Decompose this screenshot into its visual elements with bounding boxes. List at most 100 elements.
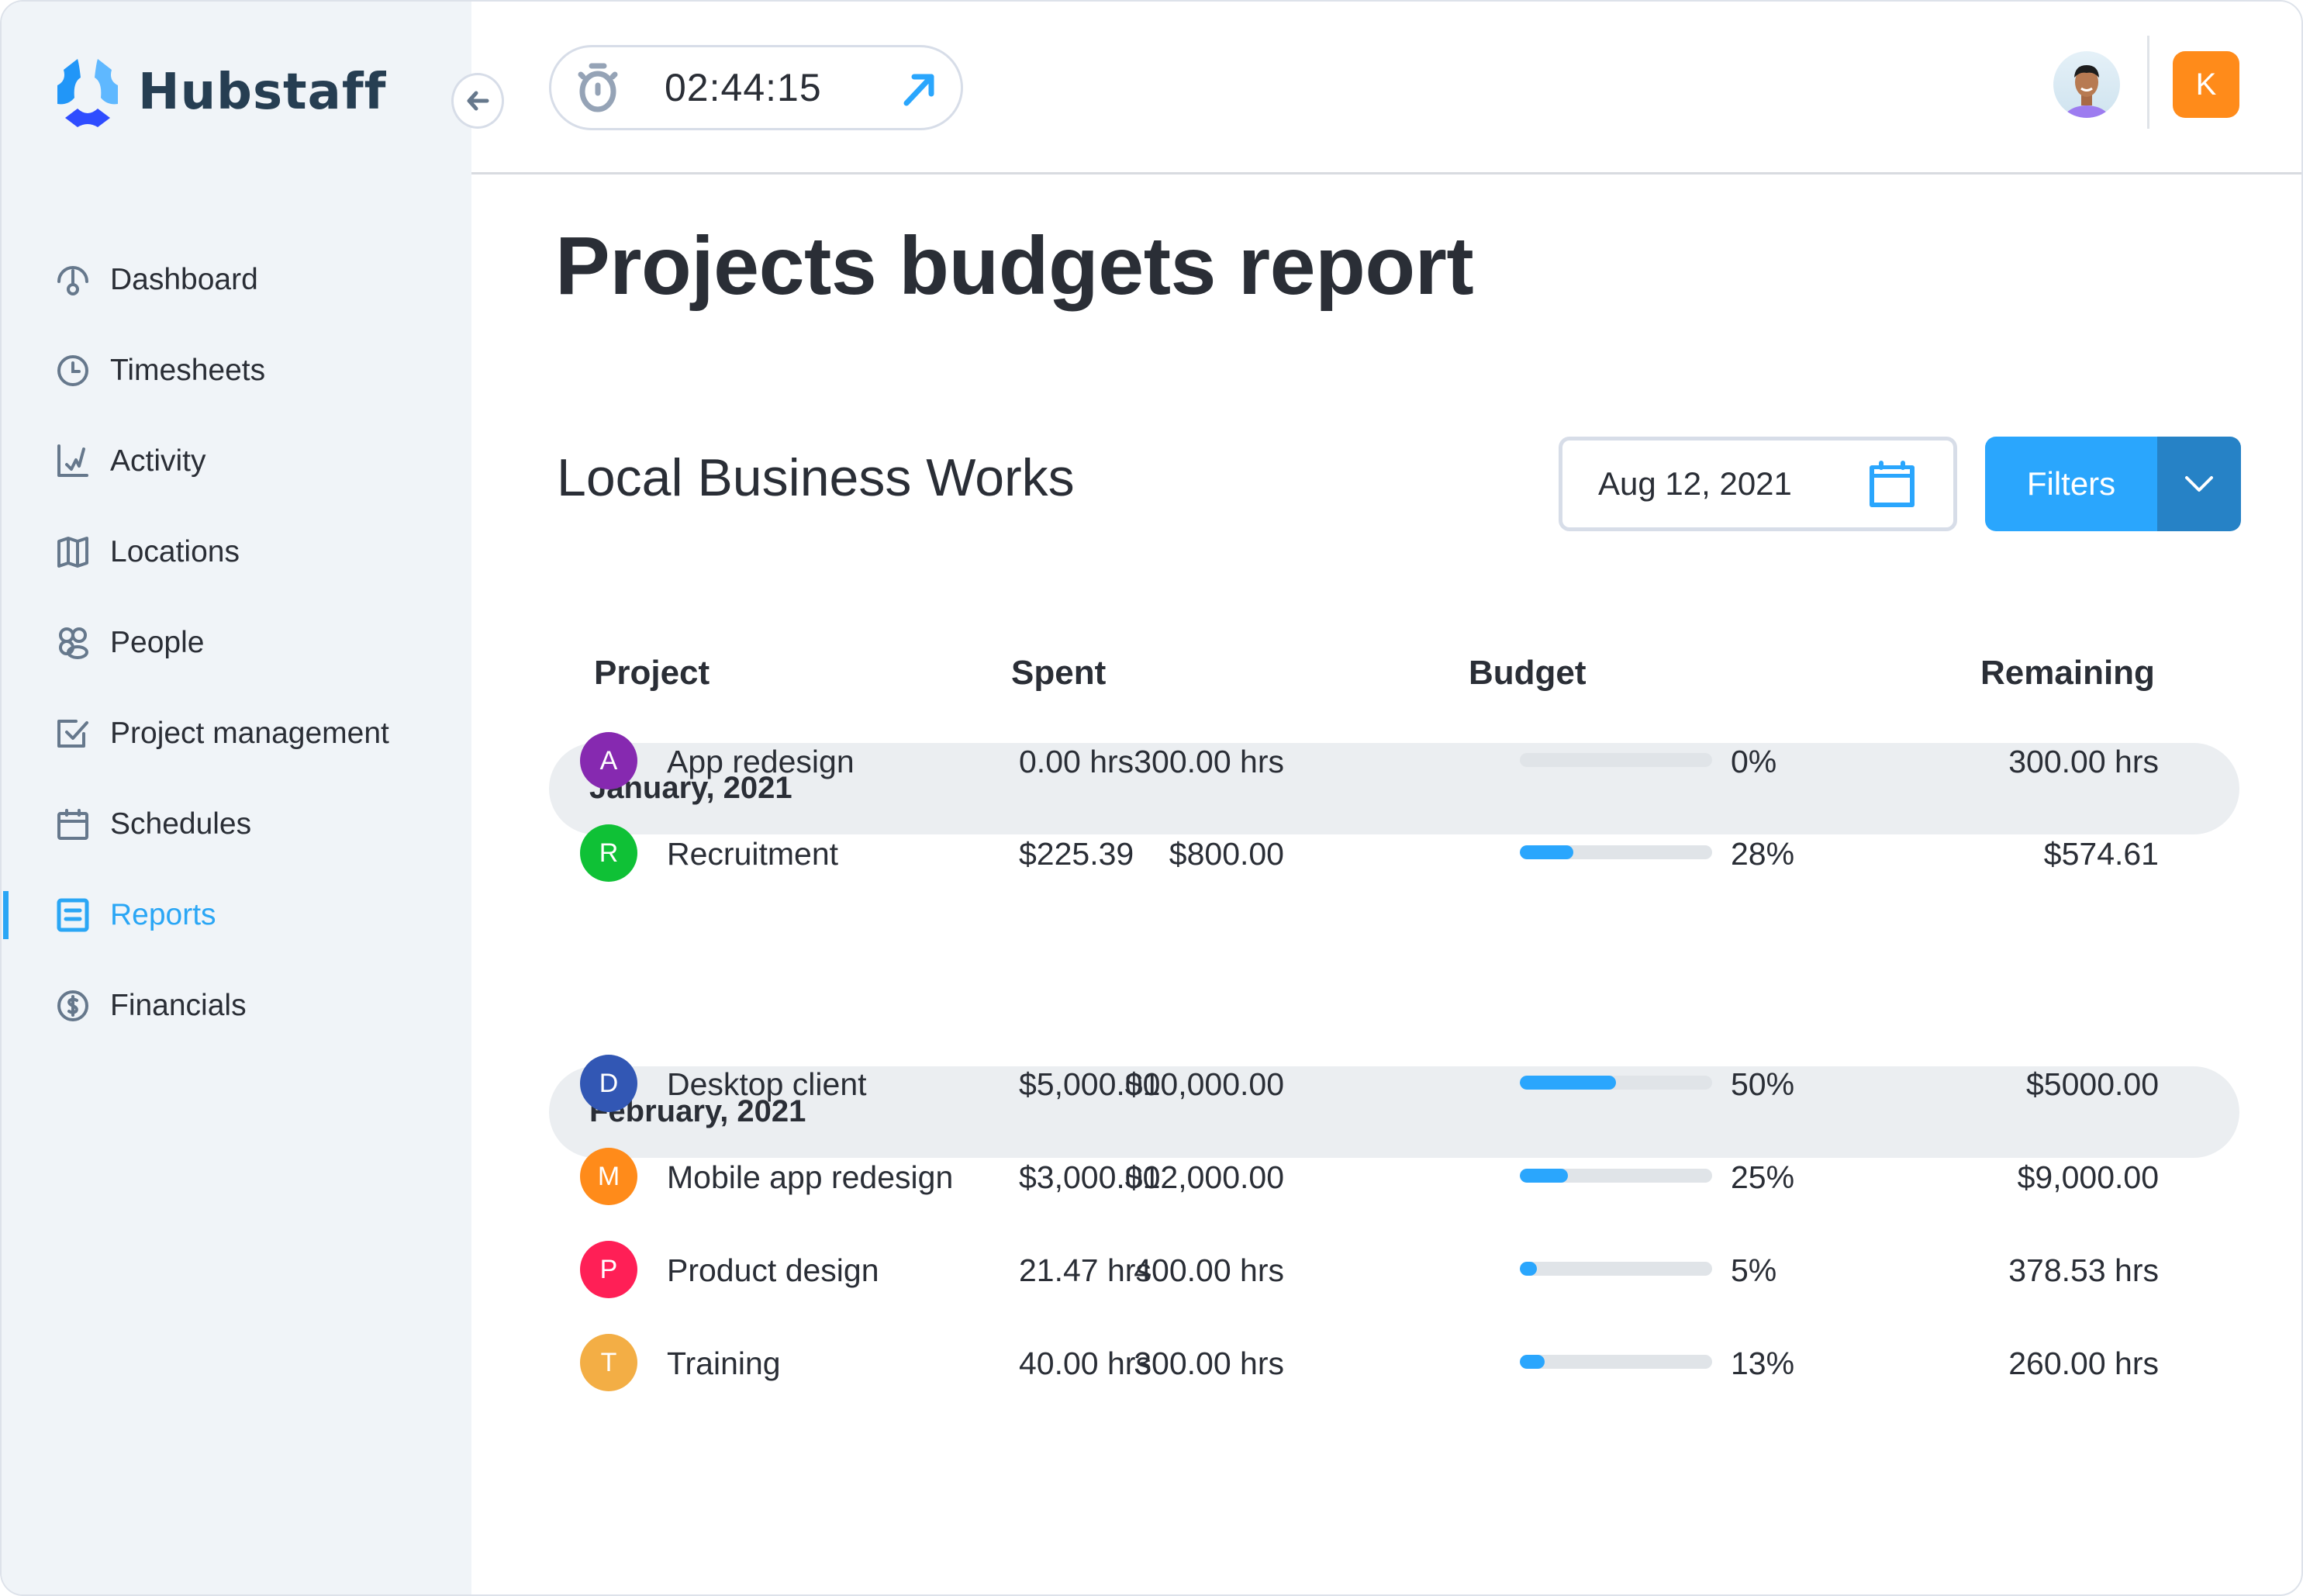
remaining-value: $9,000.00 [2017,1159,2159,1195]
column-header-project[interactable]: Project [594,654,710,693]
map-icon [56,535,90,569]
table-row[interactable]: R Recruitment $225.39 $800.00 28% $574.61 [549,822,2239,884]
project-name[interactable]: Training [667,1346,781,1382]
column-header-budget[interactable]: Budget [1469,654,1587,693]
filters-split-button: Filters [1985,437,2241,531]
sidebar-nav: Dashboard Timesheets Activity Locations [2,234,471,1051]
sidebar-item-label: Financials [110,988,247,1022]
column-header-remaining[interactable]: Remaining [1980,654,2155,693]
spent-value: 40.00 hrs [1019,1346,1152,1381]
table-row[interactable]: D Desktop client $5,000.00 $10,000.00 50% $50… [549,1052,2239,1114]
budget-percent: 5% [1731,1252,1777,1288]
sidebar-item-financials[interactable]: Financials [2,960,471,1051]
main-content: Projects budgets report Local Business W… [471,174,2301,1594]
project-name[interactable]: Recruitment [667,836,838,872]
budget-progress-bar [1520,1262,1712,1276]
spent-value: 21.47 hrs [1019,1252,1152,1288]
user-avatar[interactable] [2053,51,2120,118]
budget-progress-bar [1520,1169,1712,1183]
remaining-value: 260.00 hrs [2008,1346,2159,1381]
project-initial-badge: M [580,1148,637,1205]
table-row[interactable]: M Mobile app redesign $3,000.00 $12,000.00 2… [549,1145,2239,1207]
spent-value: $225.39 [1019,836,1134,872]
budget-progress-fill [1520,1355,1545,1369]
brand-logo[interactable]: Hubstaff [56,56,387,129]
dollar-icon [56,989,90,1023]
project-name[interactable]: Product design [667,1252,879,1289]
budget-value: $12,000.00 [1124,1159,1284,1195]
organization-badge[interactable]: K [2173,51,2239,118]
table-row[interactable]: P Product design 21.47 hrs 400.00 hrs 5% 378.… [549,1238,2239,1301]
checkbox-icon [56,717,90,751]
sidebar-item-activity[interactable]: Activity [2,416,471,506]
table-row[interactable]: T Training 40.00 hrs 300.00 hrs 13% 260.00 hr… [549,1332,2239,1394]
budget-percent: 50% [1731,1066,1795,1102]
hubstaff-logo-icon [57,59,118,127]
report-icon [56,898,90,932]
timer-widget[interactable]: 02:44:15 [549,45,963,130]
budget-progress-fill [1520,845,1574,859]
remaining-value: $5000.00 [2025,1066,2159,1102]
calendar-icon [56,807,90,841]
app-window: Hubstaff Dashboard Timesheets Activity L… [0,0,2303,1596]
sidebar-item-label: Activity [110,444,206,478]
budget-progress-fill [1520,1169,1568,1183]
sidebar-item-label: Timesheets [110,353,266,387]
budget-progress-fill [1520,1076,1616,1090]
sidebar-item-label: Schedules [110,807,252,841]
project-initial-badge: R [580,824,637,882]
arrow-up-right-icon[interactable] [900,71,937,108]
sidebar-item-dashboard[interactable]: Dashboard [2,234,471,325]
activity-chart-icon [56,444,90,478]
calendar-icon [1870,461,1915,507]
sidebar-item-label: People [110,625,205,659]
project-initial-badge: T [580,1334,637,1391]
table-row[interactable]: A App redesign 0.00 hrs 300.00 hrs 0% 300.00 … [549,730,2239,792]
budget-value: 300.00 hrs [1134,744,1284,779]
collapse-sidebar-button[interactable] [451,73,504,129]
spent-value: 0.00 hrs [1019,744,1134,779]
remaining-value: 300.00 hrs [2008,744,2159,779]
remaining-value: 378.53 hrs [2008,1252,2159,1288]
budget-value: 400.00 hrs [1134,1252,1284,1288]
budget-progress-bar [1520,753,1712,767]
sidebar-item-label: Locations [110,534,240,568]
stopwatch-icon [578,63,618,112]
sidebar-item-project-management[interactable]: Project management [2,688,471,779]
arrow-left-icon [467,91,489,111]
sidebar-item-timesheets[interactable]: Timesheets [2,325,471,416]
dashboard-gauge-icon [56,263,90,297]
project-initial-badge: A [580,732,637,789]
filters-dropdown-button[interactable] [2157,437,2241,531]
budget-progress-bar [1520,845,1712,859]
chevron-down-icon [2185,476,2213,492]
brand-name: Hubstaff [138,64,387,121]
people-icon [56,626,90,660]
budget-value: $10,000.00 [1124,1066,1284,1102]
project-name[interactable]: Mobile app redesign [667,1159,953,1196]
sidebar-item-label: Reports [110,897,216,931]
sidebar-item-locations[interactable]: Locations [2,506,471,597]
timer-display: 02:44:15 [665,66,822,109]
project-name[interactable]: App redesign [667,744,855,780]
budget-value: 300.00 hrs [1134,1346,1284,1381]
clock-icon [56,354,90,388]
organization-name: Local Business Works [557,448,1075,507]
date-value: Aug 12, 2021 [1598,465,1792,502]
sidebar-item-label: Dashboard [110,262,258,296]
column-header-spent[interactable]: Spent [1011,654,1106,693]
budget-percent: 13% [1731,1346,1795,1381]
sidebar-item-people[interactable]: People [2,597,471,688]
budget-percent: 0% [1731,744,1777,779]
sidebar-item-schedules[interactable]: Schedules [2,779,471,869]
top-bar: 02:44:15 K [471,2,2301,174]
sidebar-item-reports[interactable]: Reports [2,869,471,960]
date-picker[interactable]: Aug 12, 2021 [1559,437,1957,531]
sidebar: Hubstaff Dashboard Timesheets Activity L… [2,2,471,1594]
budget-percent: 28% [1731,836,1795,872]
topbar-divider [2147,36,2149,129]
page-title: Projects budgets report [555,220,1474,312]
filters-button[interactable]: Filters [1985,437,2157,531]
budget-progress-bar [1520,1355,1712,1369]
project-name[interactable]: Desktop client [667,1066,867,1103]
